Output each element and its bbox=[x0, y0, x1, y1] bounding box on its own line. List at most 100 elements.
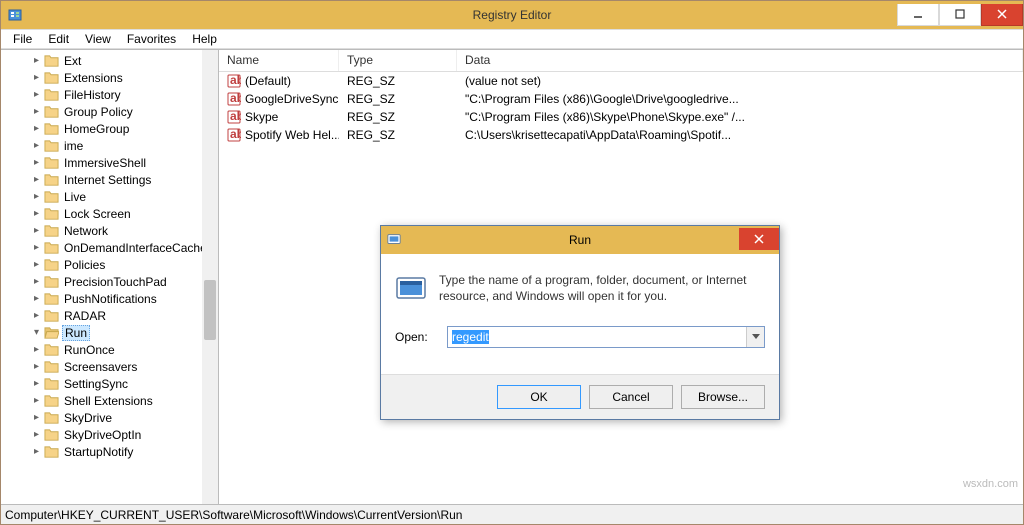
expand-icon[interactable]: ▸ bbox=[31, 412, 42, 423]
ok-button[interactable]: OK bbox=[497, 385, 581, 409]
tree-node-lock-screen[interactable]: ▸Lock Screen bbox=[1, 205, 218, 222]
cancel-button[interactable]: Cancel bbox=[589, 385, 673, 409]
folder-icon bbox=[44, 190, 59, 203]
value-type: REG_SZ bbox=[339, 128, 457, 142]
expand-icon[interactable]: ▾ bbox=[31, 327, 42, 338]
expand-icon[interactable]: ▸ bbox=[31, 429, 42, 440]
window-controls bbox=[897, 5, 1023, 26]
expand-icon[interactable]: ▸ bbox=[31, 259, 42, 270]
tree-node-live[interactable]: ▸ Live bbox=[1, 188, 218, 205]
folder-icon bbox=[44, 360, 59, 373]
expand-icon[interactable]: ▸ bbox=[31, 55, 42, 66]
value-type: REG_SZ bbox=[339, 92, 457, 106]
run-dialog[interactable]: Run Type the name of a program, folder, … bbox=[380, 225, 780, 420]
close-button[interactable] bbox=[981, 4, 1023, 26]
expand-icon[interactable]: ▸ bbox=[31, 310, 42, 321]
expand-icon[interactable]: ▸ bbox=[31, 242, 42, 253]
menu-favorites[interactable]: Favorites bbox=[119, 30, 184, 48]
expand-icon[interactable]: ▸ bbox=[31, 157, 42, 168]
col-type[interactable]: Type bbox=[339, 50, 457, 71]
tree-node-ime[interactable]: ▸ime bbox=[1, 137, 218, 154]
expand-icon[interactable]: ▸ bbox=[31, 395, 42, 406]
tree-node-extensions[interactable]: ▸Extensions bbox=[1, 69, 218, 86]
tree-node-label: Internet Settings bbox=[62, 173, 153, 187]
expand-icon[interactable]: ▸ bbox=[31, 344, 42, 355]
tree-scrollbar[interactable] bbox=[202, 50, 218, 504]
value-data: "C:\Program Files (x86)\Skype\Phone\Skyp… bbox=[457, 110, 1023, 124]
expand-icon[interactable]: ▸ bbox=[31, 72, 42, 83]
menu-edit[interactable]: Edit bbox=[40, 30, 77, 48]
expand-icon[interactable]: ▸ bbox=[31, 225, 42, 236]
tree-node-ext[interactable]: ▸Ext bbox=[1, 52, 218, 69]
tree-node-group-policy[interactable]: ▸Group Policy bbox=[1, 103, 218, 120]
tree-node-startupnotify[interactable]: ▸StartupNotify bbox=[1, 443, 218, 460]
tree-node-skydrive[interactable]: ▸SkyDrive bbox=[1, 409, 218, 426]
list-row[interactable]: ab(Default)REG_SZ(value not set) bbox=[219, 72, 1023, 90]
tree-node-homegroup[interactable]: ▸ HomeGroup bbox=[1, 120, 218, 137]
list-row[interactable]: abGoogleDriveSyncREG_SZ"C:\Program Files… bbox=[219, 90, 1023, 108]
expand-icon[interactable]: ▸ bbox=[31, 140, 42, 151]
tree-node-label: Live bbox=[62, 190, 88, 204]
folder-icon bbox=[44, 88, 59, 101]
run-titlebar[interactable]: Run bbox=[381, 226, 779, 254]
list-header[interactable]: Name Type Data bbox=[219, 50, 1023, 72]
browse-button[interactable]: Browse... bbox=[681, 385, 765, 409]
expand-icon[interactable]: ▸ bbox=[31, 106, 42, 117]
expand-icon[interactable]: ▸ bbox=[31, 446, 42, 457]
tree-node-immersiveshell[interactable]: ▸ImmersiveShell bbox=[1, 154, 218, 171]
value-type: REG_SZ bbox=[339, 74, 457, 88]
titlebar[interactable]: Registry Editor bbox=[1, 1, 1023, 29]
value-name: Skype bbox=[245, 110, 278, 124]
run-open-input[interactable] bbox=[447, 326, 765, 348]
tree-node-label: HomeGroup bbox=[62, 122, 131, 136]
expand-icon[interactable]: ▸ bbox=[31, 276, 42, 287]
tree-node-filehistory[interactable]: ▸FileHistory bbox=[1, 86, 218, 103]
menu-file[interactable]: File bbox=[5, 30, 40, 48]
col-name[interactable]: Name bbox=[219, 50, 339, 71]
expand-icon[interactable]: ▸ bbox=[31, 191, 42, 202]
value-data: C:\Users\krisettecapati\AppData\Roaming\… bbox=[457, 128, 1023, 142]
tree-pane[interactable]: ▸Ext▸Extensions▸FileHistory▸Group Policy… bbox=[1, 50, 219, 504]
statusbar: Computer\HKEY_CURRENT_USER\Software\Micr… bbox=[1, 504, 1023, 524]
tree-node-label: RunOnce bbox=[62, 343, 117, 357]
menu-help[interactable]: Help bbox=[184, 30, 225, 48]
tree-node-policies[interactable]: ▸Policies bbox=[1, 256, 218, 273]
tree-node-radar[interactable]: ▸ RADAR bbox=[1, 307, 218, 324]
folder-icon bbox=[44, 105, 59, 118]
value-name: GoogleDriveSync bbox=[245, 92, 338, 106]
expand-icon[interactable]: ▸ bbox=[31, 293, 42, 304]
tree-node-skydriveoptin[interactable]: ▸SkyDriveOptIn bbox=[1, 426, 218, 443]
tree-node-screensavers[interactable]: ▸Screensavers bbox=[1, 358, 218, 375]
string-value-icon: ab bbox=[227, 92, 241, 106]
tree-node-runonce[interactable]: ▸ RunOnce bbox=[1, 341, 218, 358]
tree-node-precisiontouchpad[interactable]: ▸PrecisionTouchPad bbox=[1, 273, 218, 290]
folder-icon bbox=[44, 428, 59, 441]
run-close-button[interactable] bbox=[739, 228, 779, 250]
tree-node-network[interactable]: ▸Network bbox=[1, 222, 218, 239]
tree-node-shell-extensions[interactable]: ▸Shell Extensions bbox=[1, 392, 218, 409]
expand-icon[interactable]: ▸ bbox=[31, 174, 42, 185]
expand-icon[interactable]: ▸ bbox=[31, 378, 42, 389]
expand-icon[interactable]: ▸ bbox=[31, 123, 42, 134]
scrollbar-thumb[interactable] bbox=[204, 280, 216, 340]
tree-node-pushnotifications[interactable]: ▸PushNotifications bbox=[1, 290, 218, 307]
expand-icon[interactable]: ▸ bbox=[31, 361, 42, 372]
col-data[interactable]: Data bbox=[457, 50, 1023, 71]
minimize-button[interactable] bbox=[897, 4, 939, 26]
value-type: REG_SZ bbox=[339, 110, 457, 124]
folder-icon bbox=[44, 173, 59, 186]
tree-node-label: Run bbox=[62, 325, 90, 341]
expand-icon[interactable]: ▸ bbox=[31, 208, 42, 219]
tree-node-ondemandinterfacecache[interactable]: ▸OnDemandInterfaceCache bbox=[1, 239, 218, 256]
expand-icon[interactable]: ▸ bbox=[31, 89, 42, 100]
run-open-combo[interactable] bbox=[447, 326, 765, 348]
tree-node-run[interactable]: ▾ Run bbox=[1, 324, 218, 341]
menu-view[interactable]: View bbox=[77, 30, 119, 48]
tree-node-internet-settings[interactable]: ▸ Internet Settings bbox=[1, 171, 218, 188]
chevron-down-icon[interactable] bbox=[746, 327, 764, 347]
list-row[interactable]: abSkypeREG_SZ"C:\Program Files (x86)\Sky… bbox=[219, 108, 1023, 126]
tree-node-label: RADAR bbox=[62, 309, 108, 323]
tree-node-settingsync[interactable]: ▸SettingSync bbox=[1, 375, 218, 392]
maximize-button[interactable] bbox=[939, 4, 981, 26]
list-row[interactable]: abSpotify Web Hel...REG_SZC:\Users\krise… bbox=[219, 126, 1023, 144]
